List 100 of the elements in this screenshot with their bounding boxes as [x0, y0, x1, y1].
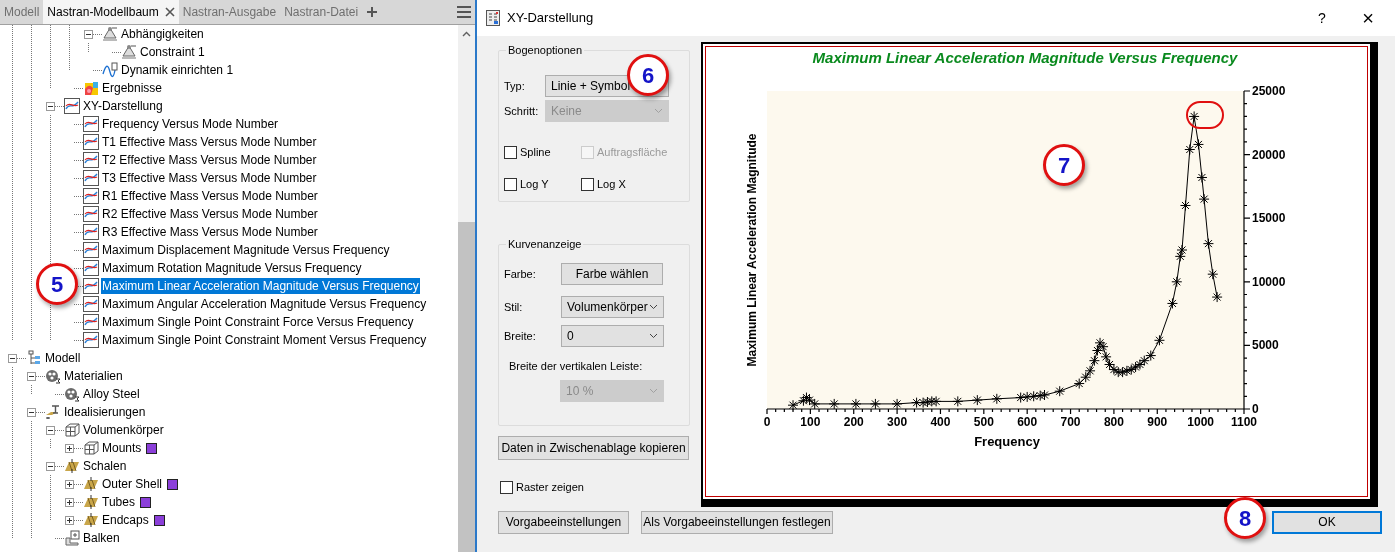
data-point	[1021, 391, 1033, 403]
y-tick-label: 20000	[1252, 147, 1286, 162]
data-point	[1015, 392, 1027, 404]
beam-icon	[64, 530, 80, 546]
dialog-button[interactable]: Als Vorgabeeinstellungen festlegen	[641, 510, 833, 534]
x-tick-label: 800	[1103, 415, 1124, 429]
highlight-ring	[1186, 101, 1224, 129]
checkbox[interactable]: Raster zeigen	[500, 479, 584, 496]
close-button[interactable]: ×	[1345, 0, 1391, 36]
data-point	[1034, 390, 1046, 402]
tree-item[interactable]: Schalen	[82, 458, 128, 474]
collapse-icon[interactable]	[7, 353, 17, 363]
tree-item[interactable]: Materialien	[63, 368, 124, 384]
data-point	[1166, 297, 1178, 309]
panel-tab[interactable]: Nastran-Datei	[280, 0, 363, 24]
tree-item[interactable]: Maximum Linear Acceleration Magnitude Versus Frequency	[101, 278, 420, 294]
chart-icon	[83, 332, 99, 348]
panel-tab[interactable]: Nastran-Modellbaum	[43, 0, 179, 24]
shell-icon	[83, 512, 99, 528]
shell-icon	[83, 494, 99, 510]
chart-title: Maximum Linear Acceleration Magnitude Versus Frequency	[812, 49, 1238, 66]
tree-item[interactable]: Dynamik einrichten 1	[120, 62, 235, 78]
dropdown-caret-icon	[649, 388, 658, 394]
collapse-icon[interactable]	[45, 101, 55, 111]
chart-icon	[83, 314, 99, 330]
tree-item[interactable]: Balken	[82, 530, 121, 546]
panel-tab[interactable]: Modell	[0, 0, 44, 24]
data-point	[809, 398, 821, 410]
constraint-icon	[121, 44, 137, 60]
x-tick-label: 1000	[1187, 415, 1214, 429]
checkbox[interactable]: Log X	[581, 176, 626, 193]
chart-icon	[83, 152, 99, 168]
panel-tab[interactable]: Nastran-Ausgabe	[178, 0, 281, 24]
tree-item[interactable]: Frequency Versus Mode Number	[101, 116, 280, 132]
tree-item[interactable]: Maximum Displacement Magnitude Versus Frequency	[101, 242, 391, 258]
width-dropdown[interactable]: 0	[561, 325, 664, 347]
x-tick-label: 900	[1147, 415, 1168, 429]
tree-item[interactable]: R3 Effective Mass Versus Mode Number	[101, 224, 319, 240]
data-point	[804, 394, 815, 406]
tree-item[interactable]: Constraint 1	[139, 44, 206, 60]
y-tick-label: 5000	[1252, 338, 1279, 353]
tree-item[interactable]: T3 Effective Mass Versus Mode Number	[101, 170, 318, 186]
y-tick-label: 10000	[1252, 274, 1286, 289]
tree-item[interactable]: XY-Darstellung	[82, 98, 164, 114]
add-tab-icon[interactable]	[366, 6, 379, 18]
data-point	[1176, 244, 1188, 256]
scrollbar[interactable]	[458, 25, 475, 552]
tree-item[interactable]: Mounts	[101, 440, 143, 456]
expand-icon[interactable]	[64, 479, 74, 489]
chart-icon	[83, 278, 99, 294]
tree-item[interactable]: Maximum Single Point Constraint Moment Versus Frequency	[101, 332, 428, 348]
checkbox[interactable]: Log Y	[504, 176, 549, 193]
window-title: XY-Darstellung	[507, 9, 594, 28]
checkbox[interactable]: Spline	[504, 144, 551, 161]
tree-item[interactable]: Tubes	[101, 494, 136, 510]
menu-icon[interactable]	[456, 5, 472, 19]
tree-item[interactable]: Alloy Steel	[82, 386, 141, 402]
collapse-icon[interactable]	[45, 425, 55, 435]
close-icon[interactable]	[164, 7, 175, 17]
scroll-up-icon[interactable]	[462, 31, 471, 37]
expand-icon[interactable]	[64, 443, 74, 453]
style-dropdown[interactable]: Volumenkörper	[561, 296, 664, 318]
tree-item[interactable]: T2 Effective Mass Versus Mode Number	[101, 152, 318, 168]
data-point	[1192, 138, 1204, 150]
dropdown-caret-icon	[649, 333, 658, 339]
help-button[interactable]: ?	[1299, 0, 1345, 36]
dialog-button[interactable]: Vorgabeeinstellungen	[498, 510, 629, 534]
collapse-icon[interactable]	[83, 29, 93, 39]
chart-icon	[83, 206, 99, 222]
tree-item[interactable]: Maximum Rotation Magnitude Versus Frequency	[101, 260, 363, 276]
tree-item[interactable]: R2 Effective Mass Versus Mode Number	[101, 206, 319, 222]
tree-item[interactable]: Volumenkörper	[82, 422, 165, 438]
collapse-icon[interactable]	[26, 407, 36, 417]
tree-item[interactable]: Modell	[44, 350, 82, 366]
tree-item[interactable]: Idealisierungen	[63, 404, 147, 420]
chart-icon	[83, 260, 99, 276]
tree-item[interactable]: R1 Effective Mass Versus Mode Number	[101, 188, 319, 204]
color-button[interactable]: Farbe wählen	[561, 263, 663, 285]
tree-item[interactable]: Maximum Single Point Constraint Force Versus Frequency	[101, 314, 415, 330]
data-point	[1080, 371, 1092, 383]
chart-icon	[83, 170, 99, 186]
collapse-icon[interactable]	[45, 461, 55, 471]
dialog-button[interactable]: OK	[1272, 510, 1382, 534]
tree-item[interactable]: T1 Effective Mass Versus Mode Number	[101, 134, 318, 150]
tree-item[interactable]: Ergebnisse	[101, 80, 164, 96]
tree-item[interactable]: Abhängigkeiten	[120, 26, 205, 42]
tree-item[interactable]: Maximum Angular Acceleration Magnitude Versus Frequency	[101, 296, 428, 312]
collapse-icon[interactable]	[26, 371, 36, 381]
expand-icon[interactable]	[64, 497, 74, 507]
y-tick-label: 0	[1252, 402, 1259, 416]
dropdown-caret-icon	[654, 108, 663, 114]
data-point	[1184, 144, 1196, 155]
x-tick-label: 0	[763, 415, 771, 429]
tree-item[interactable]: Outer Shell	[101, 476, 164, 492]
expand-icon[interactable]	[64, 515, 74, 525]
x-tick-label: 700	[1060, 415, 1081, 429]
tree-item[interactable]: Endcaps	[101, 512, 150, 528]
copy-button[interactable]: Daten in Zwischenablage kopieren	[498, 436, 689, 460]
constraint-icon	[102, 26, 118, 42]
data-point	[1094, 337, 1106, 349]
